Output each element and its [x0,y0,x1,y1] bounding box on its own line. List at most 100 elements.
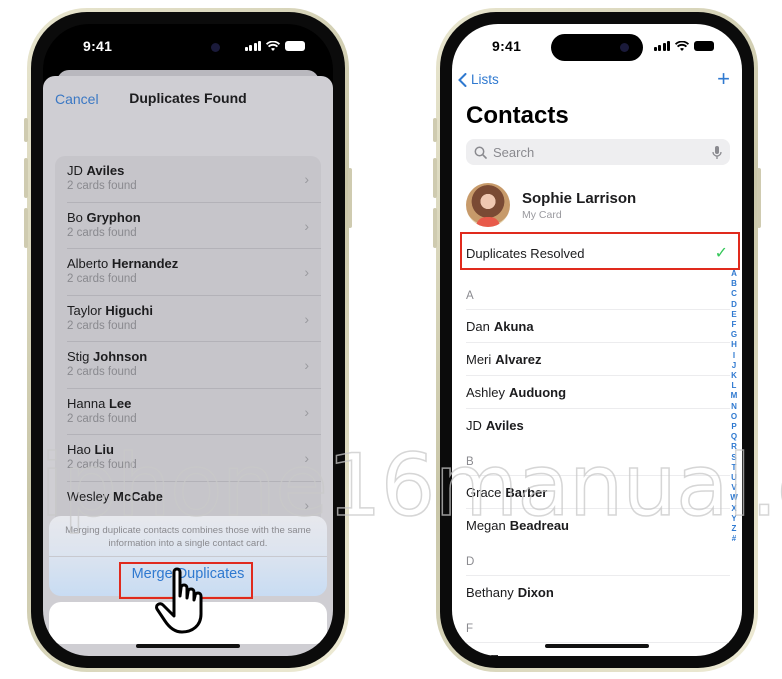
duplicate-count: 2 cards found [67,319,137,332]
wifi-icon [266,40,280,51]
action-button [24,118,28,142]
search-icon [474,146,487,159]
contact-row[interactable]: Dan Akuna [466,310,730,343]
dynamic-island [551,34,643,61]
signal-icon [653,41,670,51]
section-header: B [466,442,730,476]
contact-section: A Dan Akuna Meri Alvarez Ashley Auduong JD Avile… [466,276,730,442]
duplicate-count: 2 cards found [67,412,137,425]
index-letter[interactable]: E [731,310,736,320]
index-letter[interactable]: T [732,463,737,473]
chevron-right-icon: › [304,450,309,466]
contact-row[interactable]: JD Aviles [466,409,720,442]
contact-section: B Grace Barber Megan Beadreau [466,442,730,542]
index-letter[interactable]: B [731,279,737,289]
duplicate-name: Stig Johnson [67,349,148,364]
index-letter[interactable]: U [731,473,737,483]
index-letter[interactable]: I [733,351,735,361]
page-title: Contacts [466,102,569,129]
dynamic-island [142,34,234,61]
back-label: Lists [471,72,499,87]
search-input[interactable]: Search [493,145,706,160]
right-phone: 9:41 Lists + Contacts Search Sophie Larr… [433,8,761,672]
my-card-name: Sophie Larrison [522,189,637,207]
duplicate-row[interactable]: Bo Gryphon 2 cards found › [55,203,321,250]
section-header: F [466,609,730,643]
my-card-row[interactable]: Sophie Larrison My Card [466,182,732,228]
section-header: D [466,542,730,576]
index-letter[interactable]: O [731,412,737,422]
duplicate-row[interactable]: Taylor Higuchi 2 cards found › [55,296,321,343]
contact-row[interactable]: Grace Barber [466,476,730,509]
duplicate-row[interactable]: Hao Liu 2 cards found › [55,435,321,482]
contact-row[interactable]: Meri Alvarez [466,343,730,376]
index-letter[interactable]: D [731,300,737,310]
duplicate-row[interactable]: Stig Johnson 2 cards found › [55,342,321,389]
duplicate-row[interactable]: Hanna Lee 2 cards found › [55,389,321,436]
index-letter[interactable]: H [731,340,737,350]
index-letter[interactable]: Q [731,432,737,442]
side-button [757,168,761,228]
index-letter[interactable]: A [731,269,737,279]
duplicate-count: 2 cards found [67,459,137,471]
duplicate-name: Hanna Lee [67,395,132,411]
chevron-right-icon: › [304,217,309,234]
section-header: A [466,276,730,310]
index-letter[interactable]: N [731,402,737,412]
index-letter[interactable]: L [732,381,737,391]
duplicate-count: 2 cards found [67,366,137,378]
volume-down-button [24,208,28,248]
chevron-left-icon [458,72,467,87]
volume-down-button [433,208,437,248]
chevron-right-icon: › [304,310,309,327]
tap-hand-icon [155,567,203,634]
section-index[interactable]: A B C D E F G H I J K L M N O P Q R S T U V W X Y Z # [728,269,740,544]
index-letter[interactable]: K [731,371,737,381]
divider [49,556,327,557]
index-letter[interactable]: V [731,483,736,493]
chevron-right-icon: › [304,357,309,373]
search-bar[interactable]: Search [466,139,730,165]
duplicate-row[interactable]: JD Aviles 2 cards found › [55,156,321,203]
index-letter[interactable]: W [730,493,738,503]
duplicates-list: JD Aviles 2 cards found › Bo Gryphon 2 cards… [55,156,321,528]
battery-icon [694,41,714,51]
side-button [348,168,352,228]
merge-note: Merging duplicate contacts combines thos… [65,525,311,549]
contact-row[interactable]: Ashley Auduong [466,376,730,409]
index-letter[interactable]: G [731,330,737,340]
contact-row[interactable]: Megan Beadreau [466,509,720,542]
index-letter[interactable]: S [731,453,736,463]
my-card-label: My Card [522,208,562,221]
contact-row[interactable]: Bethany Dixon [466,576,720,609]
microphone-icon[interactable] [712,145,722,160]
duplicate-row[interactable]: Alberto Hernandez 2 cards found › [55,249,321,296]
chevron-right-icon: › [304,171,309,187]
lists-back-button[interactable]: Lists [458,72,499,87]
index-letter[interactable]: F [732,320,737,330]
home-indicator [136,644,240,648]
duplicate-name: Hao Liu [67,442,114,457]
index-letter[interactable]: M [731,391,738,401]
contact-section: FLyuFang [466,609,730,656]
index-letter[interactable]: P [731,422,736,432]
duplicate-name: JD Aviles [67,163,125,178]
index-letter[interactable]: J [732,361,736,371]
duplicate-name: Alberto Hernandez [67,256,179,271]
index-letter[interactable]: R [731,442,737,452]
add-contact-button[interactable]: + [717,66,730,92]
index-letter[interactable]: Y [731,514,736,524]
right-screen: 9:41 Lists + Contacts Search Sophie Larr… [452,24,742,656]
duplicate-name: Bo Gryphon [67,209,141,225]
status-time: 9:41 [492,38,522,54]
volume-up-button [24,158,28,198]
index-letter[interactable]: # [732,534,736,544]
status-time: 9:41 [83,38,113,54]
contact-section: D Bethany Dixon [466,542,730,609]
index-letter[interactable]: C [731,289,737,299]
chevron-right-icon: › [304,496,309,513]
index-letter[interactable]: X [731,504,736,514]
left-screen: 9:41 Cancel Duplicates Found JD Aviles 2 … [43,24,333,656]
index-letter[interactable]: Z [732,524,737,534]
duplicate-count: 2 cards found [67,226,137,239]
